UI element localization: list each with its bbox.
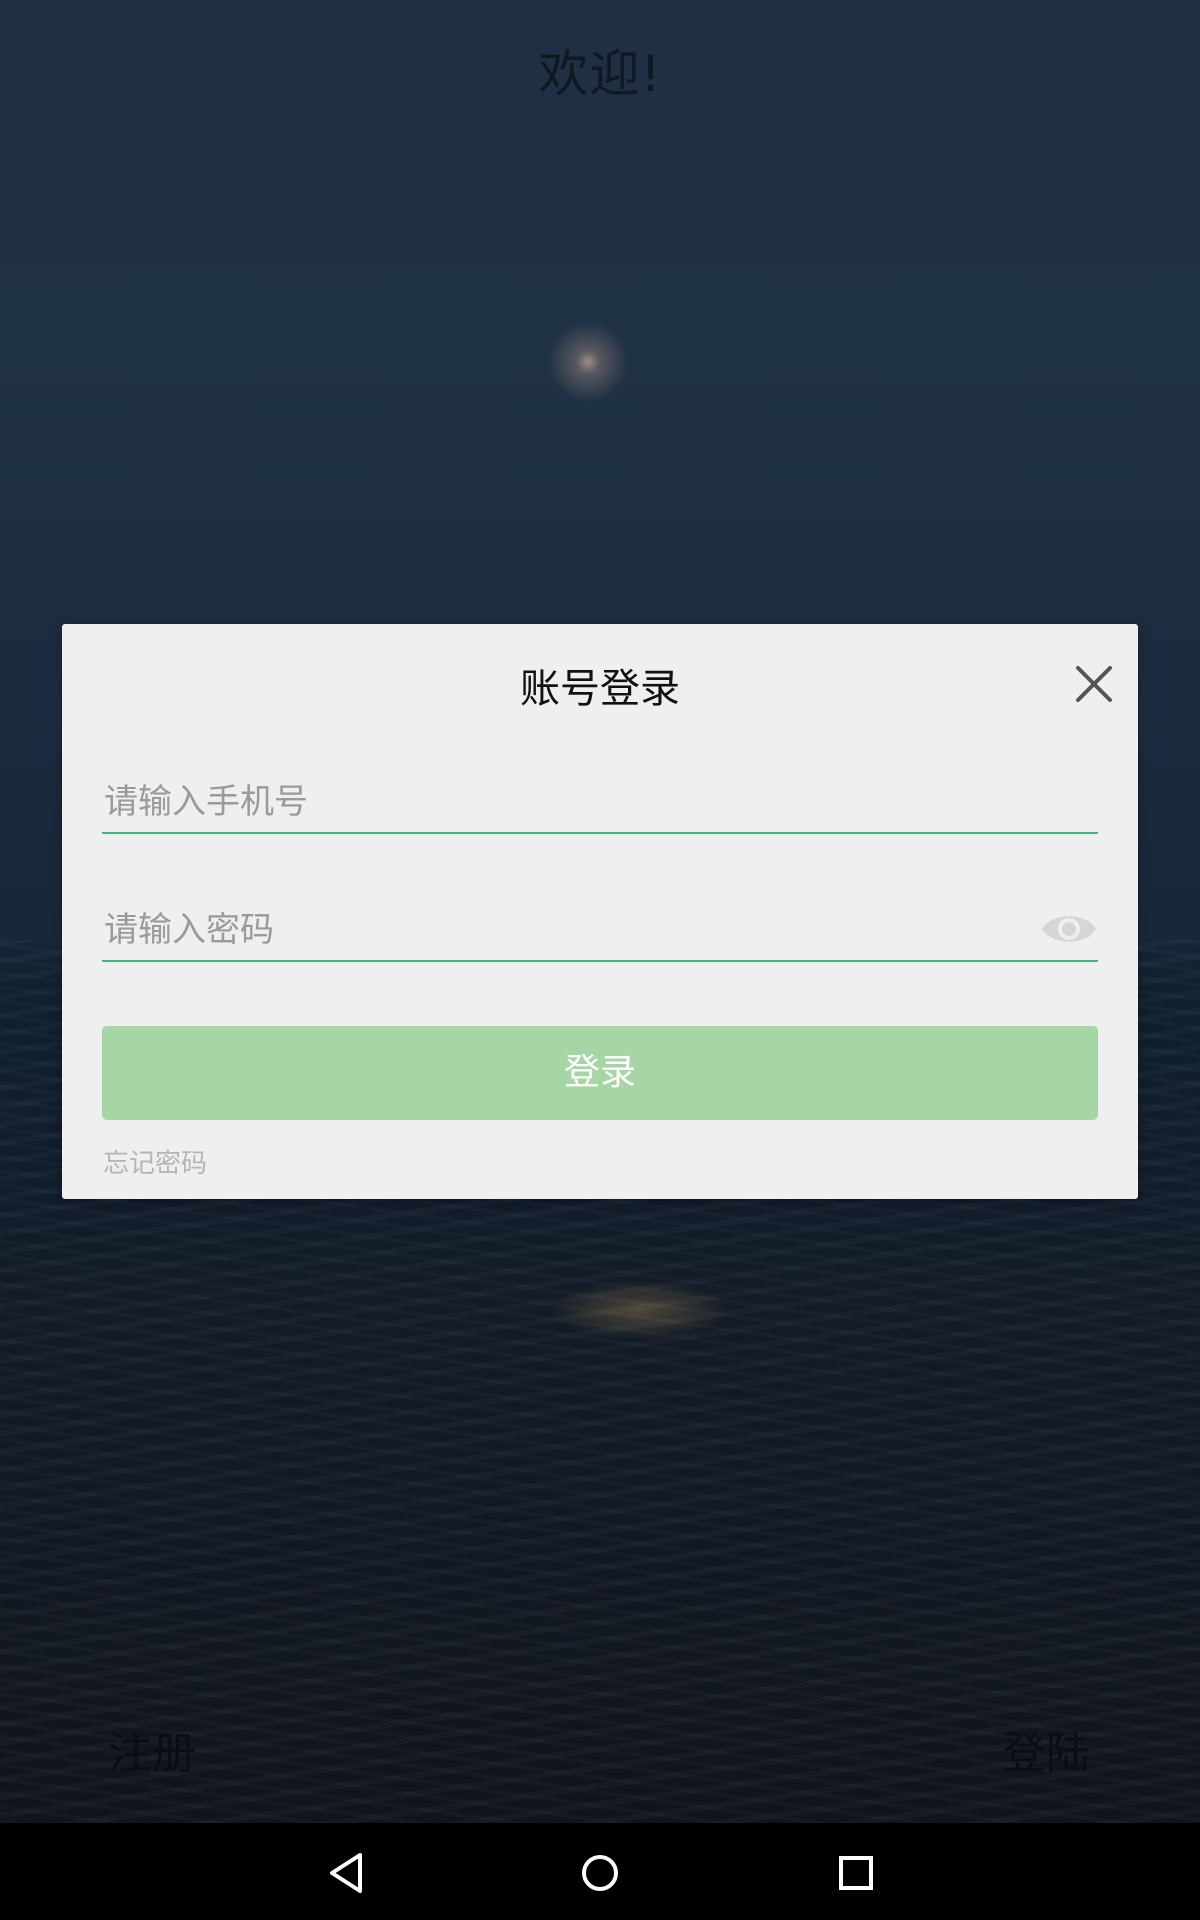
register-link[interactable]: 注册 (108, 1717, 196, 1781)
home-icon[interactable] (572, 1845, 628, 1901)
phone-input[interactable] (102, 772, 1004, 832)
close-icon[interactable] (1072, 662, 1116, 706)
login-screen: 欢迎! 账号登录 登录 忘记密码 注册 登陆 (0, 0, 1200, 1920)
phone-field (102, 772, 1098, 834)
system-navigation-bar (0, 1823, 1200, 1920)
password-field (102, 900, 1098, 962)
login-link[interactable]: 登陆 (1002, 1717, 1090, 1781)
forgot-password-link[interactable]: 忘记密码 (103, 1143, 207, 1180)
login-dialog: 账号登录 登录 忘记密码 (62, 624, 1138, 1199)
dialog-title: 账号登录 (520, 666, 680, 712)
recents-icon[interactable] (828, 1845, 884, 1901)
eye-icon[interactable] (1040, 906, 1098, 952)
back-icon[interactable] (318, 1845, 374, 1901)
password-input[interactable] (102, 900, 1004, 960)
login-button[interactable]: 登录 (102, 1026, 1098, 1120)
welcome-title: 欢迎! (538, 45, 662, 103)
